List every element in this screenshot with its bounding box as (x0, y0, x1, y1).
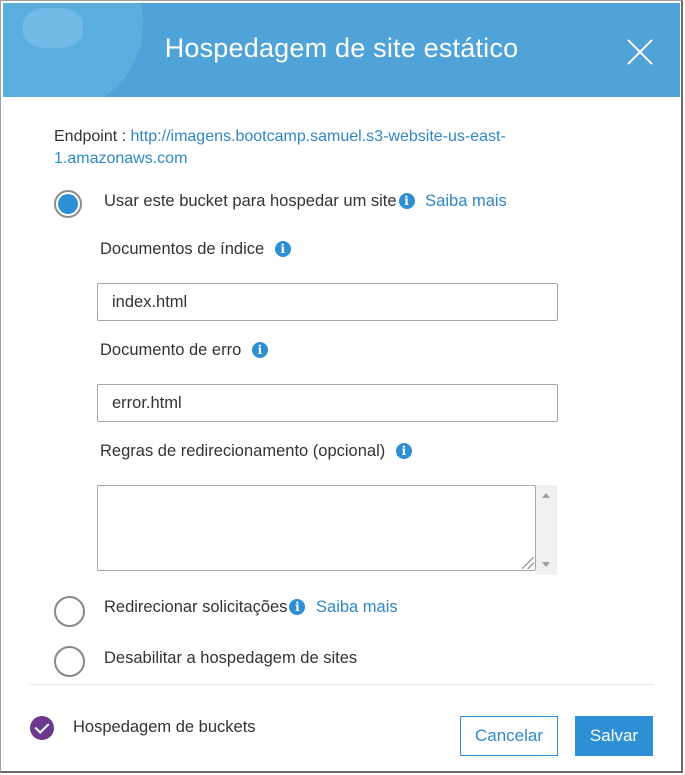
info-icon[interactable]: i (251, 342, 268, 358)
error-document-field-label: Documento de erro i (100, 341, 268, 360)
disable-hosting-radio[interactable] (54, 646, 85, 677)
redirect-requests-option: Redirecionar solicitações i Saiba mais (104, 598, 398, 617)
redirect-requests-label: Redirecionar solicitações (104, 598, 288, 616)
dialog-header: Hospedagem de site estático (3, 3, 680, 97)
index-document-field-label: Documentos de índice i (100, 240, 291, 259)
learn-more-link[interactable]: Saiba mais (316, 598, 398, 616)
dialog-title: Hospedagem de site estático (164, 33, 519, 63)
host-website-label: Usar este bucket para hospedar um site (104, 192, 397, 210)
save-button[interactable]: Salvar (575, 716, 653, 756)
bucket-hosting-status: Hospedagem de buckets (73, 718, 256, 736)
learn-more-link[interactable]: Saiba mais (425, 192, 507, 210)
endpoint-url-continued[interactable]: 1.amazonaws.com (54, 150, 187, 167)
scroll-down-arrow-icon[interactable] (542, 562, 550, 567)
info-icon[interactable]: i (274, 241, 291, 257)
host-website-option: Usar este bucket para hospedar um site i … (104, 192, 507, 211)
textarea-scrollbar[interactable] (536, 485, 557, 575)
static-website-hosting-dialog: Hospedagem de site estático Endpoint : h… (0, 0, 683, 773)
redirection-rules-editor (97, 485, 557, 575)
resize-grip-icon[interactable] (522, 557, 534, 569)
info-icon[interactable]: i (289, 599, 306, 615)
redirection-rules-textarea[interactable] (97, 485, 536, 571)
endpoint-url[interactable]: http://imagens.bootcamp.samuel.s3-websit… (131, 128, 506, 145)
check-circle-icon (30, 716, 54, 740)
close-icon[interactable] (623, 35, 657, 69)
index-document-label: Documentos de índice (100, 240, 265, 258)
cancel-button[interactable]: Cancelar (460, 716, 558, 756)
redirect-requests-radio[interactable] (54, 596, 85, 627)
scroll-up-arrow-icon[interactable] (542, 493, 550, 498)
footer-divider (29, 684, 654, 685)
endpoint: Endpoint : http://imagens.bootcamp.samue… (54, 126, 574, 170)
endpoint-label: Endpoint : (54, 128, 131, 145)
index-document-input[interactable] (97, 283, 558, 321)
redirection-rules-label: Regras de redirecionamento (opcional) (100, 442, 386, 460)
redirection-rules-field-label: Regras de redirecionamento (opcional) i (100, 442, 412, 461)
info-icon[interactable]: i (395, 443, 412, 459)
disable-hosting-label: Desabilitar a hospedagem de sites (104, 649, 358, 667)
error-document-input[interactable] (97, 384, 558, 422)
host-website-radio[interactable] (54, 190, 82, 218)
radio-selected-dot (58, 194, 78, 214)
info-icon[interactable]: i (398, 193, 415, 209)
error-document-label: Documento de erro (100, 341, 242, 359)
